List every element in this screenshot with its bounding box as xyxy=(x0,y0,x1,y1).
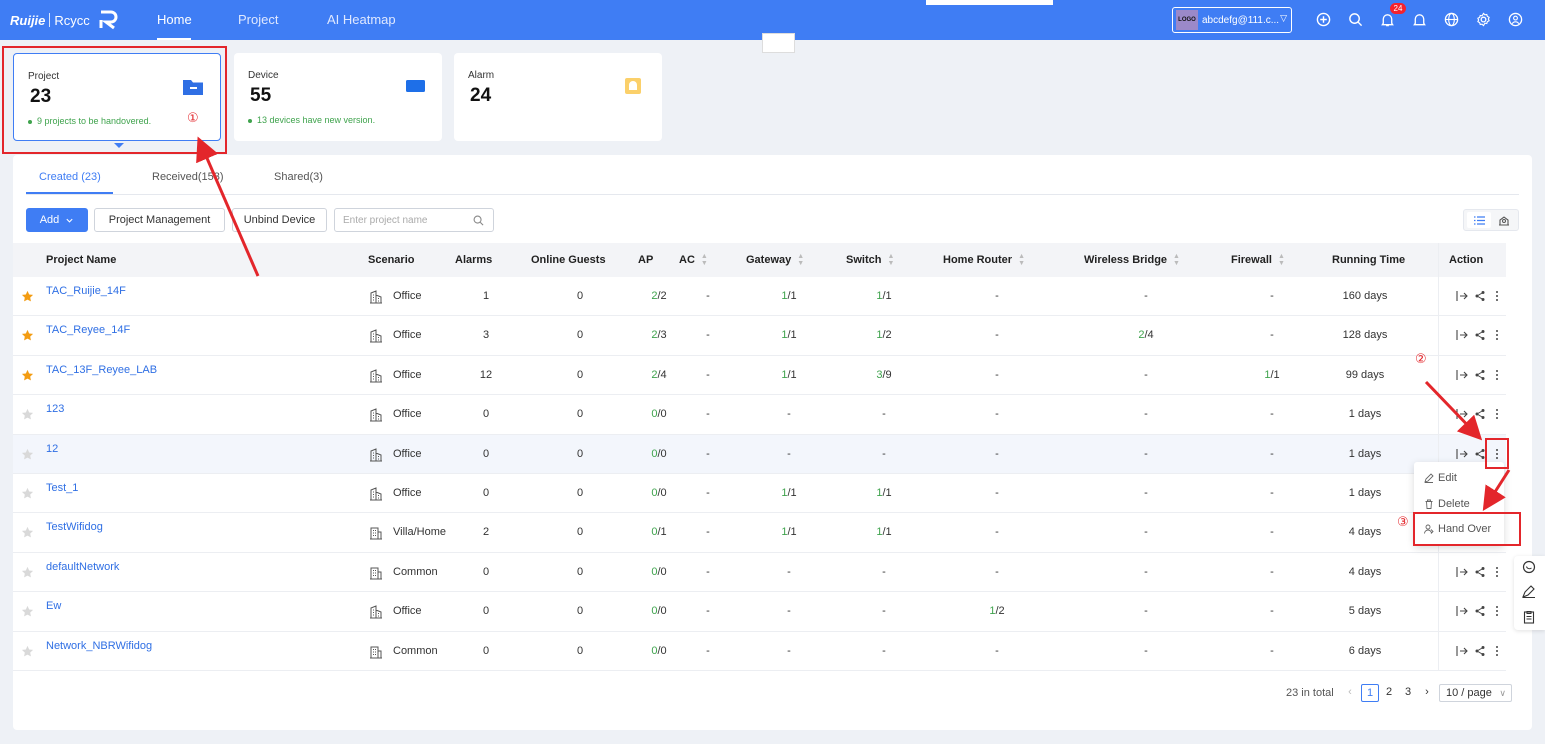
annotation-arrow-3 xyxy=(1482,469,1511,512)
annotation-arrows xyxy=(196,136,1511,512)
annotation-arrow-1 xyxy=(196,136,260,277)
annotation-arrow-2 xyxy=(1424,380,1483,441)
